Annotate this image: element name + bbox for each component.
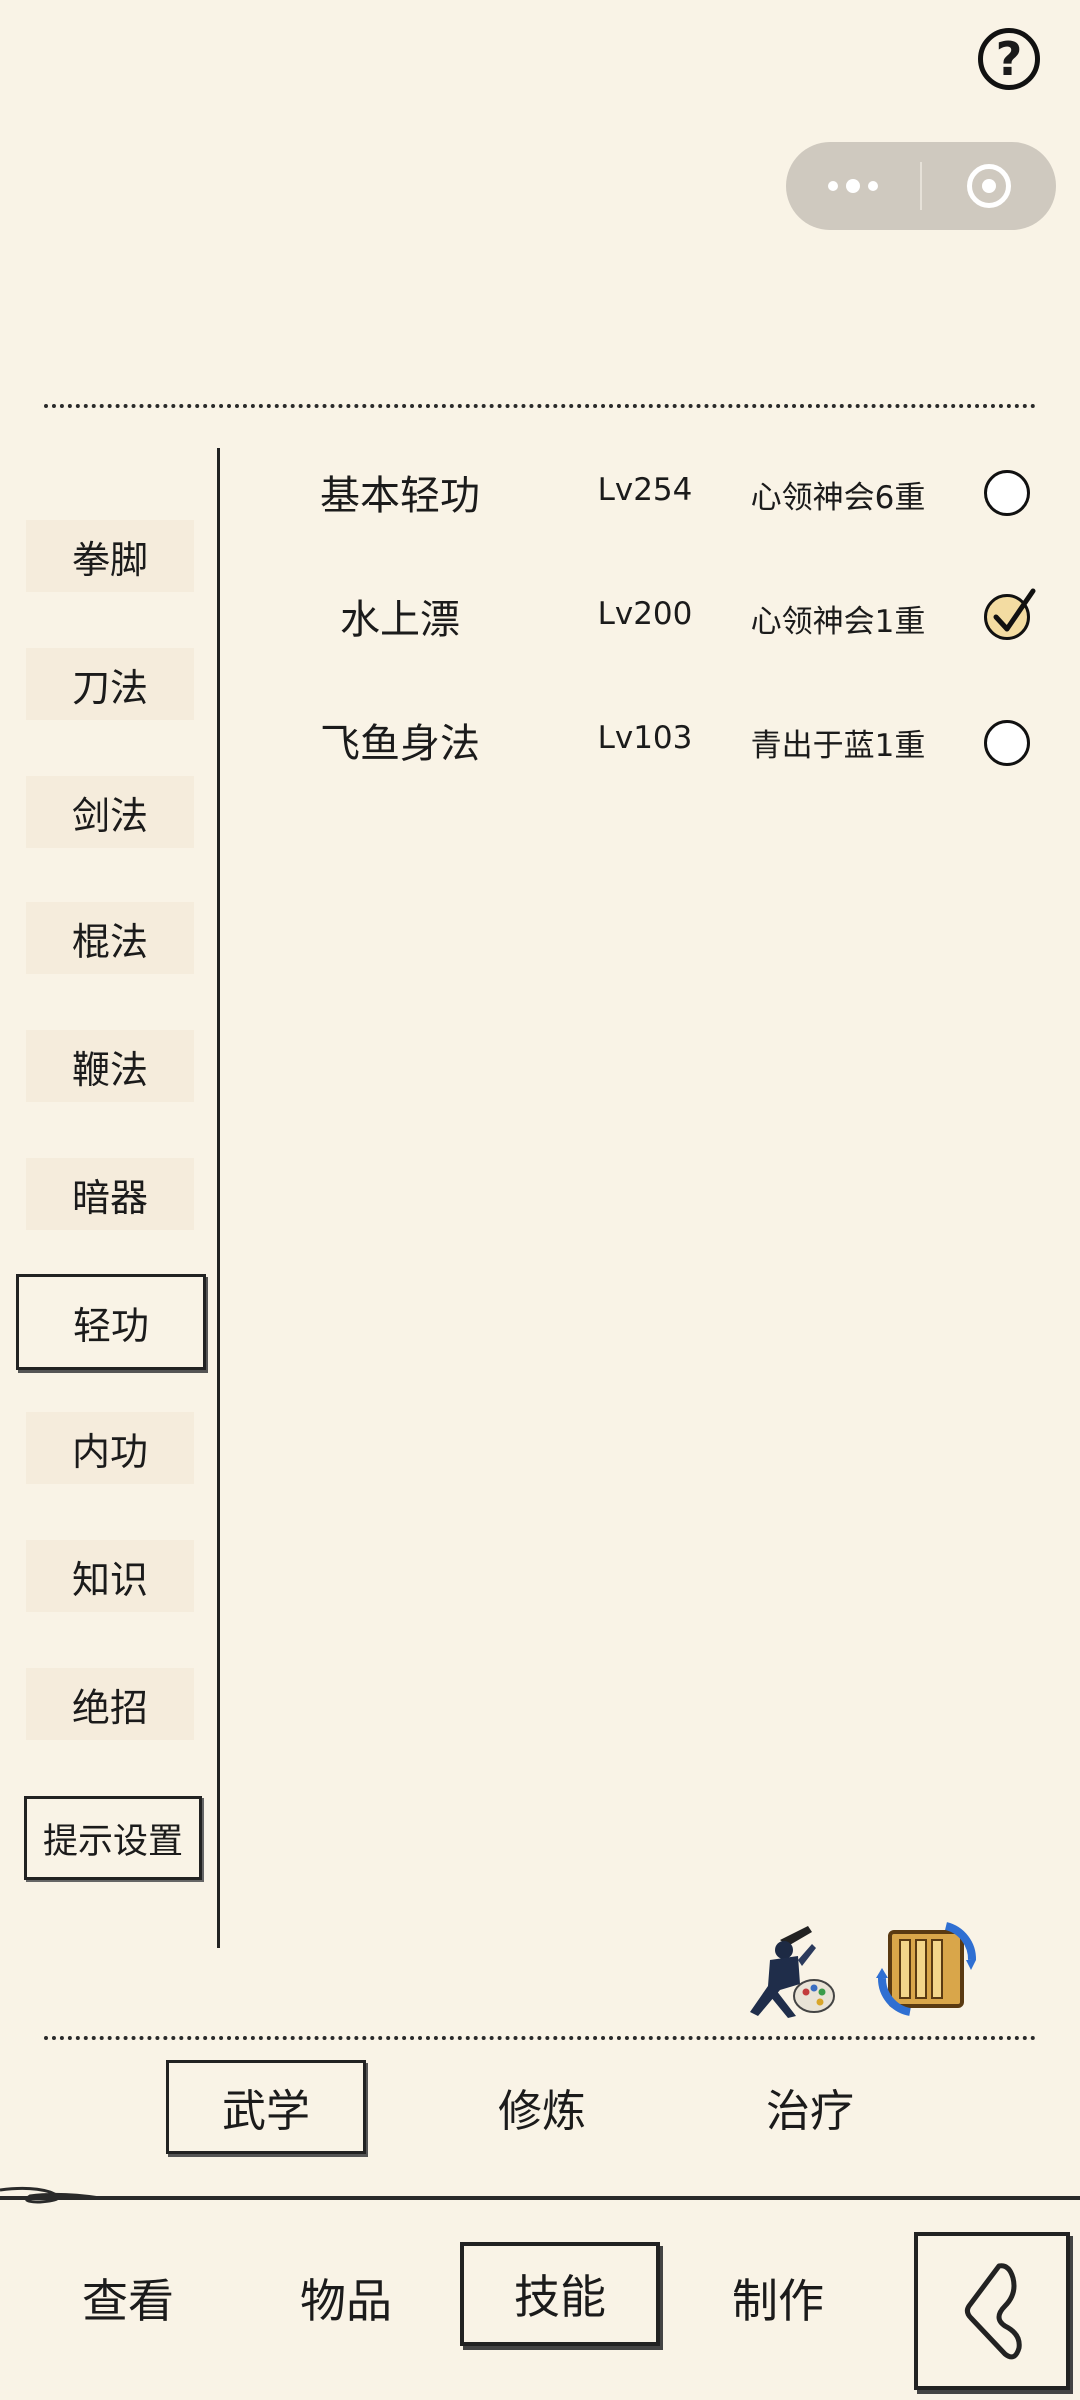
skill-name: 基本轻功 xyxy=(320,473,480,519)
skill-name: 飞鱼身法 xyxy=(320,721,480,767)
miniprogram-capsule xyxy=(786,142,1056,230)
hint-settings-button[interactable]: 提示设置 xyxy=(24,1796,202,1880)
sidebar-item-anqi[interactable]: 暗器 xyxy=(26,1158,194,1230)
skill-level: Lv200 xyxy=(597,596,693,632)
nav-separator xyxy=(0,2196,1080,2200)
bottom-divider xyxy=(44,2036,1036,2040)
target-circle-icon xyxy=(966,164,1011,208)
sidebar-item-gunfa[interactable]: 棍法 xyxy=(26,902,194,974)
sidebar-item-daofa[interactable]: 刀法 xyxy=(26,648,194,720)
skill-name: 水上漂 xyxy=(340,597,460,643)
nav-chakan[interactable]: 查看 xyxy=(28,2246,228,2350)
nav-zhizuo[interactable]: 制作 xyxy=(678,2246,878,2350)
back-arrow-icon xyxy=(964,2263,1022,2360)
sidebar-item-zhishi[interactable]: 知识 xyxy=(26,1540,194,1612)
sidebar-item-jianfa[interactable]: 剑法 xyxy=(26,776,194,848)
skill-level: Lv254 xyxy=(597,472,693,508)
sidebar-item-neigong[interactable]: 内功 xyxy=(26,1412,194,1484)
skill-checkbox[interactable] xyxy=(984,588,1036,640)
warrior-palette-icon[interactable] xyxy=(740,1920,840,2020)
skill-stage: 心领神会1重 xyxy=(750,604,926,640)
more-button[interactable] xyxy=(786,142,920,230)
close-miniprogram-button[interactable] xyxy=(922,142,1056,230)
sidebar-item-juezhao[interactable]: 绝招 xyxy=(26,1668,194,1740)
skill-stage: 心领神会6重 xyxy=(750,480,926,516)
back-button[interactable] xyxy=(914,2232,1070,2390)
sidebar-divider xyxy=(217,448,220,1948)
sidebar-item-qinggong[interactable]: 轻功 xyxy=(16,1274,206,1370)
more-dots-icon xyxy=(828,179,878,193)
question-mark-icon: ? xyxy=(995,32,1023,86)
help-button[interactable]: ? xyxy=(978,28,1040,90)
tab-zhiliao[interactable]: 治疗 xyxy=(710,2060,910,2154)
nav-wupin[interactable]: 物品 xyxy=(246,2246,446,2350)
skill-checkbox[interactable] xyxy=(984,720,1030,766)
brush-curl-decoration xyxy=(0,2186,100,2204)
skill-stage: 青出于蓝1重 xyxy=(750,728,926,764)
nav-jineng[interactable]: 技能 xyxy=(460,2242,660,2346)
skill-level: Lv103 xyxy=(597,720,693,756)
sidebar-item-quanjiao[interactable]: 拳脚 xyxy=(26,520,194,592)
tab-wuxue[interactable]: 武学 xyxy=(166,2060,366,2154)
tab-xiulian[interactable]: 修炼 xyxy=(442,2060,642,2154)
top-divider xyxy=(44,404,1036,408)
scroll-swap-icon[interactable] xyxy=(876,1916,976,2016)
sidebar-item-bianfa[interactable]: 鞭法 xyxy=(26,1030,194,1102)
checkmark-icon xyxy=(993,588,1036,632)
skill-checkbox[interactable] xyxy=(984,470,1030,516)
